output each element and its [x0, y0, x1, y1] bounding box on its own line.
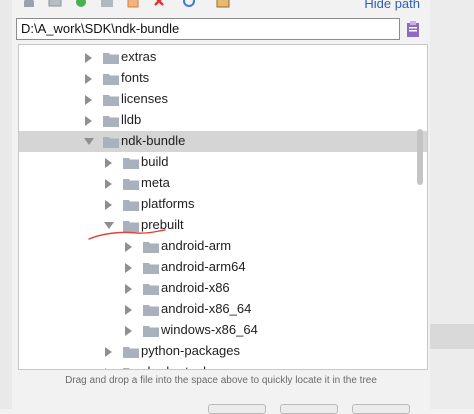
folder-icon [143, 284, 159, 295]
delete-icon[interactable] [152, 0, 166, 8]
tree-item-label: android-arm64 [161, 259, 246, 274]
tree-row-android-x86_64[interactable]: android-x86_64 [19, 299, 427, 320]
drag-drop-hint: Drag and drop a file into the space abov… [65, 375, 377, 386]
expand-arrow-icon[interactable] [125, 326, 132, 336]
new-folder-icon[interactable] [100, 0, 114, 8]
tree-item-label: android-x86 [161, 280, 230, 295]
tree-item-label: python-packages [141, 343, 241, 358]
tree-item-label: android-x86_64 [161, 301, 252, 316]
tree-row-shader-tools[interactable]: shader-tools [19, 362, 427, 369]
expand-arrow-icon[interactable] [125, 263, 132, 273]
tree-row-python-packages[interactable]: python-packages [19, 341, 427, 362]
folder-icon [143, 263, 159, 274]
path-input[interactable] [16, 18, 400, 40]
red-underline-annotation [88, 229, 166, 240]
expand-arrow-icon[interactable] [125, 305, 132, 315]
path-row [16, 18, 428, 42]
background-window-left [0, 0, 12, 409]
tree-row-windows-x86_64[interactable]: windows-x86_64 [19, 320, 427, 341]
clipboard-icon[interactable] [404, 20, 422, 38]
cancel-button[interactable] [280, 404, 338, 414]
scrollbar-thumb[interactable] [417, 129, 423, 185]
folder-icon [143, 326, 159, 337]
tree-item-label: windows-x86_64 [161, 322, 258, 337]
toolbar: Hide path [12, 0, 430, 11]
folder-icon [123, 368, 130, 369]
expand-arrow-icon[interactable] [105, 368, 112, 369]
folder-icon [123, 347, 139, 358]
tree-row-android-x86[interactable]: android-x86 [19, 278, 427, 299]
project-icon[interactable] [74, 0, 88, 8]
expand-arrow-icon[interactable] [105, 347, 112, 357]
ok-button[interactable] [208, 404, 266, 414]
help-button[interactable] [352, 404, 410, 414]
show-hidden-icon[interactable] [216, 0, 230, 8]
hide-path-link[interactable]: Hide path [364, 0, 420, 11]
expand-arrow-icon[interactable] [125, 284, 132, 294]
tree-row-android-arm64[interactable]: android-arm64 [19, 257, 427, 278]
file-tree[interactable]: extras fonts licenses lldb ndk-bundle bu… [18, 44, 428, 370]
background-window-strip [430, 324, 474, 349]
tree-item-label: shader-tools [141, 364, 213, 369]
vertical-scrollbar[interactable] [413, 46, 425, 368]
refresh-icon[interactable] [182, 0, 196, 8]
file-chooser-dialog: Hide path extras fonts licenses [12, 0, 430, 414]
home-icon[interactable] [22, 0, 36, 8]
folder-icon [143, 305, 159, 316]
desktop-icon[interactable] [48, 0, 62, 8]
new-file-icon[interactable] [126, 0, 140, 8]
